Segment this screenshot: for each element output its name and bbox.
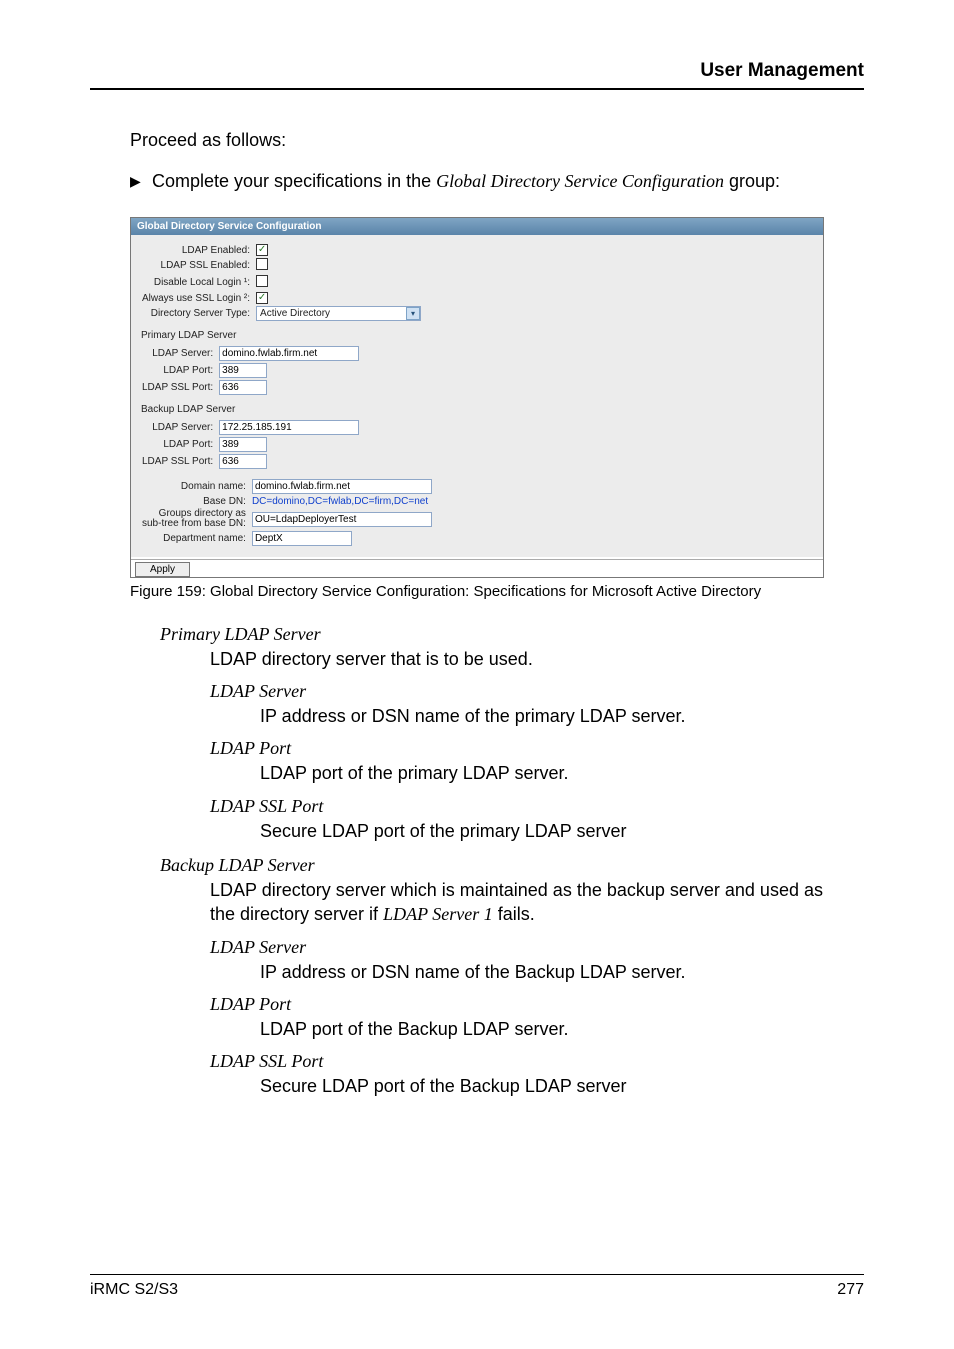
step-text: Complete your specifications in the Glob… [152, 169, 780, 193]
triangle-bullet-icon: ▶ [130, 169, 152, 193]
term-backup-ldap: Backup LDAP Server [160, 855, 824, 876]
groups-dir-label-b: sub-tree from base DN: [142, 519, 246, 529]
term-primary-ldap: Primary LDAP Server [160, 624, 824, 645]
step-text-prefix: Complete your specifications in the [152, 171, 436, 191]
footer-rule [90, 1274, 864, 1275]
term-primary-ldap-ssl-port: LDAP SSL Port [210, 796, 824, 817]
backup-server-label: LDAP Server: [139, 419, 216, 436]
desc-backup-ldap-port: LDAP port of the Backup LDAP server. [260, 1017, 824, 1041]
step-bullet: ▶ Complete your specifications in the Gl… [130, 169, 864, 193]
desc-backup-post: fails. [493, 904, 535, 924]
term-primary-ldap-port: LDAP Port [210, 738, 824, 759]
desc-primary-ldap: LDAP directory server that is to be used… [210, 647, 824, 671]
desc-primary-ldap-ssl-port: Secure LDAP port of the primary LDAP ser… [260, 819, 824, 843]
dept-name-label: Department name: [139, 530, 249, 547]
intro-text: Proceed as follows: [130, 130, 864, 151]
term-backup-ldap-ssl-port: LDAP SSL Port [210, 1051, 824, 1072]
always-ssl-login-label: Always use SSL Login ²: [139, 291, 253, 305]
step-text-suffix: group: [724, 171, 780, 191]
disable-local-login-checkbox[interactable] [256, 275, 268, 287]
backup-port-input[interactable] [219, 437, 267, 452]
primary-ssl-port-input[interactable] [219, 380, 267, 395]
page-header-title: User Management [90, 60, 864, 82]
term-backup-ldap-port: LDAP Port [210, 994, 824, 1015]
desc-backup-ldap-ssl-port: Secure LDAP port of the Backup LDAP serv… [260, 1074, 824, 1098]
dir-server-type-select[interactable]: Active Directory ▾ [256, 306, 421, 321]
apply-button[interactable]: Apply [135, 562, 190, 577]
primary-server-input[interactable] [219, 346, 359, 361]
config-screenshot: Global Directory Service Configuration L… [130, 217, 824, 578]
desc-backup-ldap: LDAP directory server which is maintaine… [210, 878, 824, 927]
term-primary-ldap-server: LDAP Server [210, 681, 824, 702]
figure-caption: Figure 159: Global Directory Service Con… [130, 582, 824, 602]
backup-ldap-header: Backup LDAP Server [141, 404, 815, 415]
panel-title: Global Directory Service Configuration [131, 218, 823, 235]
base-dn-label: Base DN: [139, 495, 249, 508]
always-ssl-login-checkbox[interactable]: ✓ [256, 292, 268, 304]
step-text-ref: Global Directory Service Configuration [436, 171, 724, 191]
ldap-enabled-label: LDAP Enabled: [139, 243, 253, 257]
desc-backup-ref: LDAP Server 1 [383, 904, 493, 924]
header-rule [90, 88, 864, 90]
base-dn-value: DC=domino,DC=fwlab,DC=firm,DC=net [249, 495, 435, 508]
primary-port-label: LDAP Port: [139, 362, 216, 379]
ldap-ssl-enabled-label: LDAP SSL Enabled: [139, 257, 253, 274]
backup-server-input[interactable] [219, 420, 359, 435]
ldap-enabled-checkbox[interactable]: ✓ [256, 244, 268, 256]
dir-server-type-value: Active Directory [260, 308, 330, 319]
backup-port-label: LDAP Port: [139, 436, 216, 453]
chevron-down-icon: ▾ [406, 307, 420, 320]
groups-dir-input[interactable] [252, 512, 432, 527]
footer-left: iRMC S2/S3 [90, 1281, 178, 1299]
disable-local-login-label: Disable Local Login ¹: [139, 274, 253, 291]
ldap-ssl-enabled-checkbox[interactable] [256, 258, 268, 270]
backup-ssl-port-input[interactable] [219, 454, 267, 469]
primary-server-label: LDAP Server: [139, 345, 216, 362]
dept-name-input[interactable] [252, 531, 352, 546]
primary-ssl-port-label: LDAP SSL Port: [139, 379, 216, 396]
desc-primary-ldap-port: LDAP port of the primary LDAP server. [260, 761, 824, 785]
desc-backup-ldap-server: IP address or DSN name of the Backup LDA… [260, 960, 824, 984]
desc-primary-ldap-server: IP address or DSN name of the primary LD… [260, 704, 824, 728]
term-backup-ldap-server: LDAP Server [210, 937, 824, 958]
primary-ldap-header: Primary LDAP Server [141, 330, 815, 341]
primary-port-input[interactable] [219, 363, 267, 378]
backup-ssl-port-label: LDAP SSL Port: [139, 453, 216, 470]
footer-page-number: 277 [837, 1281, 864, 1299]
domain-name-input[interactable] [252, 479, 432, 494]
dir-server-type-label: Directory Server Type: [139, 305, 253, 322]
domain-name-label: Domain name: [139, 478, 249, 495]
